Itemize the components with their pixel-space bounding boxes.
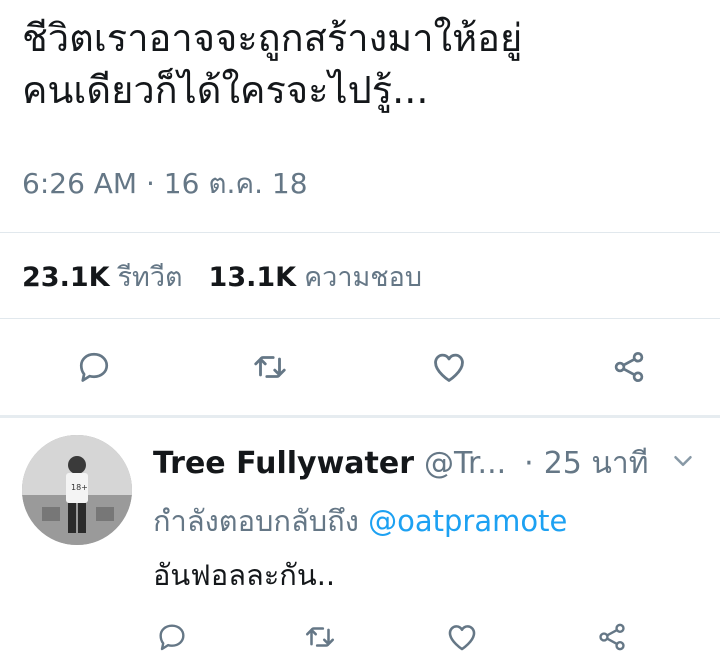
avatar[interactable]: 18+ [22, 435, 132, 545]
share-icon [599, 623, 625, 651]
like-count[interactable]: 13.1K [209, 262, 297, 293]
replying-mention-link[interactable]: @oatpramote [368, 504, 567, 538]
reply-reply-button[interactable] [150, 615, 194, 659]
retweet-label[interactable]: รีทวีต [118, 255, 183, 298]
reply-like-button[interactable] [440, 615, 484, 659]
share-icon [614, 352, 644, 382]
chevron-down-icon [674, 456, 692, 466]
like-icon [434, 353, 464, 382]
tweet-timestamp[interactable]: 6:26 AM · 16 ต.ค. 18 [22, 162, 308, 206]
reply-share-button[interactable] [590, 615, 634, 659]
replying-prefix: กำลังตอบกลับถึง [153, 504, 359, 538]
reply-text: อันฟอลละกัน.. [153, 558, 336, 592]
reply-menu-button[interactable] [668, 446, 698, 480]
retweet-count[interactable]: 23.1K [22, 262, 110, 293]
reply-icon [79, 352, 109, 382]
retweet-icon [254, 356, 286, 378]
tweet-text-line-2: คนเดียวก็ได้ใครจะไปรู้... [22, 68, 429, 112]
like-icon [448, 625, 476, 651]
avatar-shirt-text: 18+ [71, 483, 88, 492]
section-divider [0, 415, 720, 418]
retweet-button[interactable] [246, 343, 294, 391]
reply-separator: · [524, 446, 534, 481]
retweet-icon [305, 627, 335, 647]
share-button[interactable] [605, 343, 653, 391]
reply-header: Tree Fullywater @Tr... · 25 นาที [153, 440, 649, 487]
reply-author-handle[interactable]: @Tr... [424, 446, 506, 481]
divider [0, 318, 720, 319]
reply-retweet-button[interactable] [298, 615, 342, 659]
tweet-text: ชีวิตเราอาจจะถูกสร้างมาให้อยู่คนเดียวก็ไ… [22, 12, 712, 116]
divider [0, 232, 720, 233]
like-label[interactable]: ความชอบ [304, 255, 422, 298]
tweet-stats: 23.1K รีทวีต 13.1K ความชอบ [22, 255, 448, 298]
like-button[interactable] [425, 343, 473, 391]
reply-button[interactable] [70, 343, 118, 391]
reply-icon [159, 624, 185, 651]
avatar-image: 18+ [22, 435, 132, 545]
reply-time[interactable]: 25 นาที [544, 440, 649, 487]
tweet-text-line-1: ชีวิตเราอาจจะถูกสร้างมาให้อยู่ [22, 16, 523, 60]
replying-to: กำลังตอบกลับถึง @oatpramote [153, 498, 567, 544]
reply-author-name[interactable]: Tree Fullywater [153, 446, 414, 481]
